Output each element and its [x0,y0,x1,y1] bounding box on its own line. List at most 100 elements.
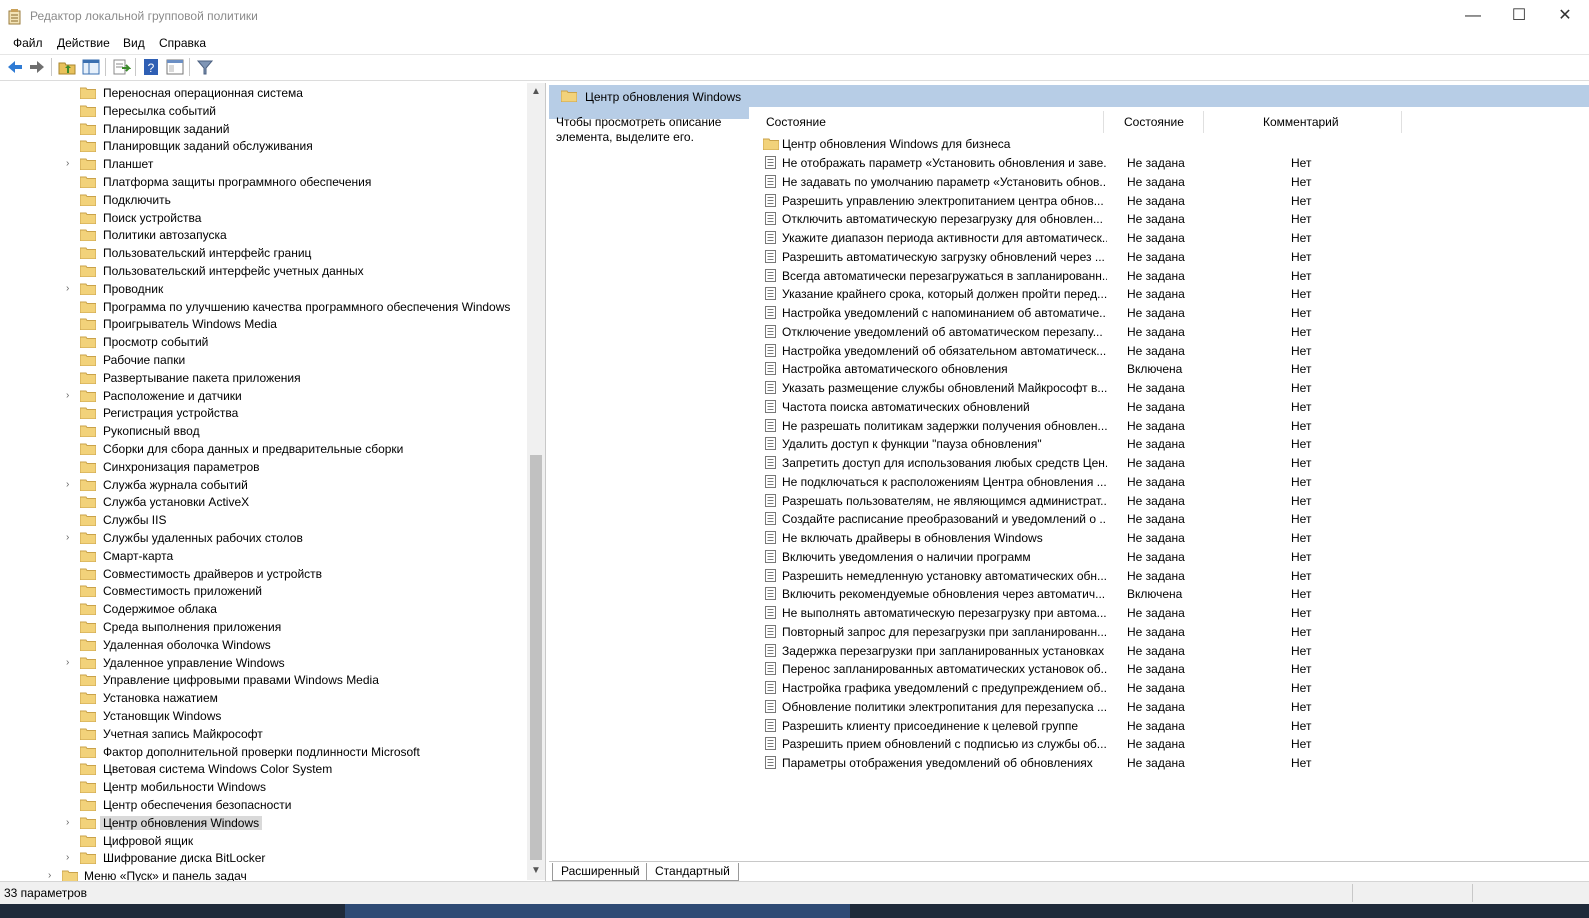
tree-item[interactable]: Подключить [0,191,530,209]
tree-item[interactable]: Планировщик заданий [0,120,530,138]
table-row[interactable]: Повторный запрос для перезагрузки при за… [757,622,1587,641]
show-hide-tree-icon[interactable] [81,57,101,77]
tree-item[interactable]: Установщик Windows [0,707,530,725]
properties-icon[interactable] [165,57,185,77]
table-row[interactable]: Удалить доступ к функции "пауза обновлен… [757,434,1587,453]
minimize-button[interactable]: — [1450,0,1496,32]
menu-view[interactable]: Вид [122,35,146,51]
table-row[interactable]: Запретить доступ для использования любых… [757,453,1587,472]
table-row[interactable]: Не задавать по умолчанию параметр «Устан… [757,172,1587,191]
table-row[interactable]: Разрешить управлению электропитанием цен… [757,191,1587,210]
close-button[interactable]: ✕ [1542,0,1588,32]
chevron-right-icon[interactable]: › [66,533,76,543]
tree-item[interactable]: Цифровой ящик [0,832,530,850]
chevron-right-icon[interactable]: › [66,479,76,490]
back-icon[interactable] [5,57,25,77]
tree-item[interactable]: Регистрация устройства [0,404,530,422]
table-row[interactable]: Разрешить клиенту присоединение к целево… [757,716,1587,735]
tree-item[interactable]: Переносная операционная система [0,84,530,102]
menu-action[interactable]: Действие [56,35,111,51]
column-header-state[interactable]: Состояние [1124,115,1184,129]
chevron-right-icon[interactable]: › [66,853,76,863]
tree-item[interactable]: Удаленная оболочка Windows [0,636,530,654]
tree-item[interactable]: Служба установки ActiveX [0,493,530,511]
tree-item[interactable]: Пересылка событий [0,102,530,120]
table-row[interactable]: Не выполнять автоматическую перезагрузку… [757,603,1587,622]
tree-item[interactable]: Среда выполнения приложения [0,618,530,636]
tree-scrollbar[interactable]: ▲ ▼ [527,83,545,880]
forward-icon[interactable] [27,57,47,77]
tree-item[interactable]: › Центр обновления Windows [0,814,530,832]
table-row[interactable]: Задержка перезагрузки при запланированны… [757,641,1587,660]
scroll-up-icon[interactable]: ▲ [531,86,541,97]
table-row[interactable]: Не разрешать политикам задержки получени… [757,416,1587,435]
scrollbar-thumb[interactable] [530,455,542,860]
column-header-name[interactable]: Состояние [766,115,826,129]
chevron-right-icon[interactable]: › [66,817,76,828]
tree-item[interactable]: Центр обеспечения безопасности [0,796,530,814]
tree-item[interactable]: Управление цифровыми правами Windows Med… [0,671,530,689]
table-row[interactable]: Указать размещение службы обновлений Май… [757,378,1587,397]
tree-item[interactable]: Фактор дополнительной проверки подлиннос… [0,743,530,761]
tab-standard[interactable]: Стандартный [646,863,739,881]
table-row[interactable]: Указание крайнего срока, который должен … [757,284,1587,303]
tree-item[interactable]: Цветовая система Windows Color System [0,760,530,778]
tree-item[interactable]: › Планшет [0,155,530,173]
folder-row[interactable]: Центр обновления Windows для бизнеса [757,134,1587,153]
tab-extended[interactable]: Расширенный [552,863,649,881]
tree-item[interactable]: Политики автозапуска [0,226,530,244]
tree-item[interactable]: Рукописный ввод [0,422,530,440]
table-row[interactable]: Не включать драйверы в обновления Window… [757,528,1587,547]
tree-item-partial[interactable]: › Меню «Пуск» и панель задач [0,867,530,881]
chevron-right-icon[interactable]: › [66,390,76,401]
table-row[interactable]: Отключение уведомлений об автоматическом… [757,322,1587,341]
column-header-comment[interactable]: Комментарий [1263,115,1339,129]
tree-item[interactable]: Учетная запись Майкрософт [0,725,530,743]
tree-item[interactable]: Сборки для сбора данных и предварительны… [0,440,530,458]
table-row[interactable]: Включить уведомления о наличии программ Н… [757,547,1587,566]
table-row[interactable]: Создайте расписание преобразований и уве… [757,509,1587,528]
column-separator[interactable] [1103,111,1104,133]
tree-item[interactable]: Пользовательский интерфейс границ [0,244,530,262]
tree-item[interactable]: › Служба журнала событий [0,476,530,494]
tree-item[interactable]: Рабочие папки [0,351,530,369]
tree-item[interactable]: Проигрыватель Windows Media [0,315,530,333]
table-row[interactable]: Всегда автоматически перезагружаться в з… [757,266,1587,285]
chevron-right-icon[interactable]: › [66,159,76,169]
table-row[interactable]: Настройка автоматического обновления Вклю… [757,359,1587,378]
table-row[interactable]: Настройка уведомлений об обязательном ав… [757,341,1587,360]
table-row[interactable]: Частота поиска автоматических обновлений… [757,397,1587,416]
table-row[interactable]: Настройка графика уведомлений с предупре… [757,678,1587,697]
filter-icon[interactable] [195,57,215,77]
tree-item[interactable]: Содержимое облака [0,600,530,618]
tree-item[interactable]: Центр мобильности Windows [0,778,530,796]
table-row[interactable]: Отключить автоматическую перезагрузку дл… [757,209,1587,228]
table-row[interactable]: Настройка уведомлений с напоминанием об … [757,303,1587,322]
tree-item[interactable]: › Шифрование диска BitLocker [0,849,530,867]
chevron-right-icon[interactable]: › [66,283,76,294]
menu-file[interactable]: Файл [12,35,44,51]
tree-item[interactable]: Поиск устройства [0,209,530,227]
tree-item[interactable]: Программа по улучшению качества программ… [0,298,530,316]
tree-item[interactable]: Совместимость приложений [0,582,530,600]
chevron-right-icon[interactable]: › [48,871,58,881]
table-row[interactable]: Разрешать пользователям, не являющимся а… [757,491,1587,510]
table-row[interactable]: Параметры отображения уведомлений об обн… [757,753,1587,772]
up-folder-icon[interactable] [57,57,77,77]
export-list-icon[interactable] [111,57,131,77]
table-row[interactable]: Перенос запланированных автоматических у… [757,659,1587,678]
table-row[interactable]: Разрешить автоматическую загрузку обновл… [757,247,1587,266]
table-row[interactable]: Не отображать параметр «Установить обнов… [757,153,1587,172]
tree-item[interactable]: Развертывание пакета приложения [0,369,530,387]
taskbar-active-item[interactable] [345,904,850,918]
tree-item[interactable]: Пользовательский интерфейс учетных данны… [0,262,530,280]
column-separator[interactable] [1401,111,1402,133]
tree-item[interactable]: › Расположение и датчики [0,387,530,405]
table-row[interactable]: Не подключаться к расположениям Центра о… [757,472,1587,491]
tree-item[interactable]: Установка нажатием [0,689,530,707]
tree-item[interactable]: › Проводник [0,280,530,298]
tree-item[interactable]: Смарт-карта [0,547,530,565]
maximize-button[interactable]: ☐ [1496,0,1542,32]
chevron-right-icon[interactable]: › [66,657,76,668]
tree-item[interactable]: Совместимость драйверов и устройств [0,565,530,583]
